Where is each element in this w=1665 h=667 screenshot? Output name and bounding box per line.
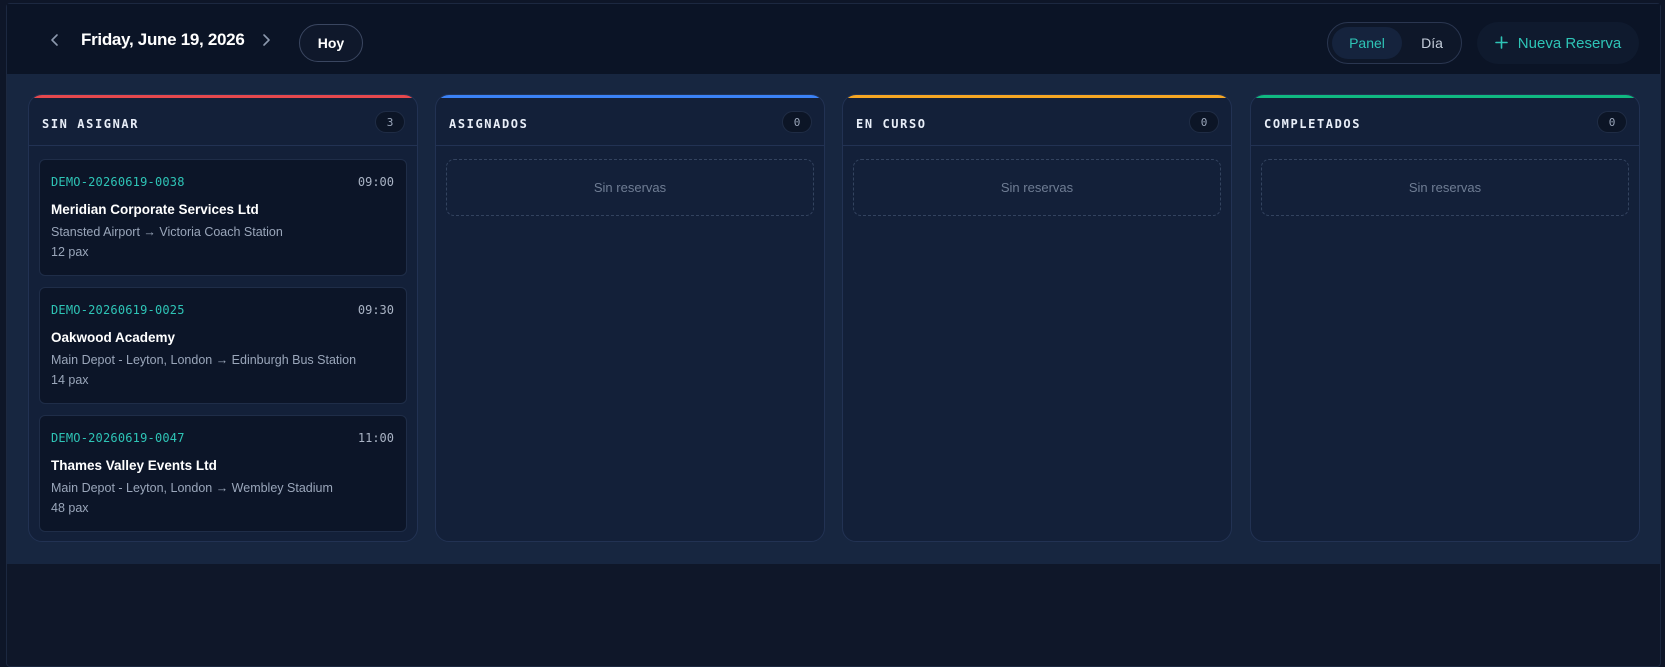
booking-pax: 14 pax bbox=[51, 373, 89, 387]
chevron-right-icon[interactable] bbox=[254, 28, 278, 52]
plus-icon bbox=[1494, 34, 1508, 52]
booking-card[interactable]: DEMO-20260619-0047 11:00 Thames Valley E… bbox=[39, 415, 407, 532]
booking-route: Main Depot - Leyton, London → Wembley St… bbox=[51, 481, 333, 495]
column-in-progress: EN CURSO 0 Sin reservas bbox=[842, 94, 1232, 542]
column-title: COMPLETADOS bbox=[1264, 117, 1362, 131]
column-title: EN CURSO bbox=[856, 117, 927, 131]
view-toggle: Panel Día bbox=[1327, 22, 1462, 64]
booking-pax: 48 pax bbox=[51, 501, 89, 515]
booking-code: DEMO-20260619-0047 bbox=[51, 431, 185, 445]
booking-pax: 12 pax bbox=[51, 245, 89, 259]
booking-route: Stansted Airport → Victoria Coach Statio… bbox=[51, 225, 283, 239]
column-title: ASIGNADOS bbox=[449, 117, 529, 131]
booking-time: 09:30 bbox=[357, 303, 394, 317]
column-count-badge: 0 bbox=[1597, 111, 1627, 133]
booking-code: DEMO-20260619-0038 bbox=[51, 175, 185, 189]
column-count-badge: 0 bbox=[1189, 111, 1219, 133]
empty-placeholder: Sin reservas bbox=[446, 159, 814, 216]
empty-placeholder: Sin reservas bbox=[1261, 159, 1629, 216]
booking-card[interactable]: DEMO-20260619-0025 09:30 Oakwood Academy… bbox=[39, 287, 407, 404]
booking-route: Main Depot - Leyton, London → Edinburgh … bbox=[51, 353, 357, 367]
booking-client: Thames Valley Events Ltd bbox=[51, 458, 217, 473]
new-booking-button[interactable]: Nueva Reserva bbox=[1477, 22, 1639, 64]
today-button[interactable]: Hoy bbox=[299, 24, 363, 62]
new-booking-label: Nueva Reserva bbox=[1517, 34, 1622, 52]
view-option-dia[interactable]: Día bbox=[1406, 27, 1458, 59]
date-title: Friday, June 19, 2026 bbox=[81, 30, 245, 49]
column-title: SIN ASIGNAR bbox=[42, 117, 140, 131]
booking-time: 11:00 bbox=[357, 431, 394, 445]
column-count-badge: 3 bbox=[375, 111, 405, 133]
view-option-panel[interactable]: Panel bbox=[1332, 27, 1402, 59]
chevron-left-icon[interactable] bbox=[43, 28, 67, 52]
booking-code: DEMO-20260619-0025 bbox=[51, 303, 185, 317]
empty-placeholder: Sin reservas bbox=[853, 159, 1221, 216]
column-header: SIN ASIGNAR 3 bbox=[29, 98, 417, 146]
column-count-badge: 0 bbox=[782, 111, 812, 133]
booking-client: Meridian Corporate Services Ltd bbox=[51, 202, 259, 217]
column-completed: COMPLETADOS 0 Sin reservas bbox=[1250, 94, 1640, 542]
column-assigned: ASIGNADOS 0 Sin reservas bbox=[435, 94, 825, 542]
booking-client: Oakwood Academy bbox=[51, 330, 176, 345]
column-header: COMPLETADOS 0 bbox=[1251, 98, 1639, 146]
column-header: ASIGNADOS 0 bbox=[436, 98, 824, 146]
booking-card[interactable]: DEMO-20260619-0038 09:00 Meridian Corpor… bbox=[39, 159, 407, 276]
top-bar: Friday, June 19, 2026 Hoy Panel Día Nuev… bbox=[7, 4, 1660, 74]
booking-time: 09:00 bbox=[357, 175, 394, 189]
column-header: EN CURSO 0 bbox=[843, 98, 1231, 146]
column-unassigned: SIN ASIGNAR 3 DEMO-20260619-0038 09:00 M… bbox=[28, 94, 418, 542]
